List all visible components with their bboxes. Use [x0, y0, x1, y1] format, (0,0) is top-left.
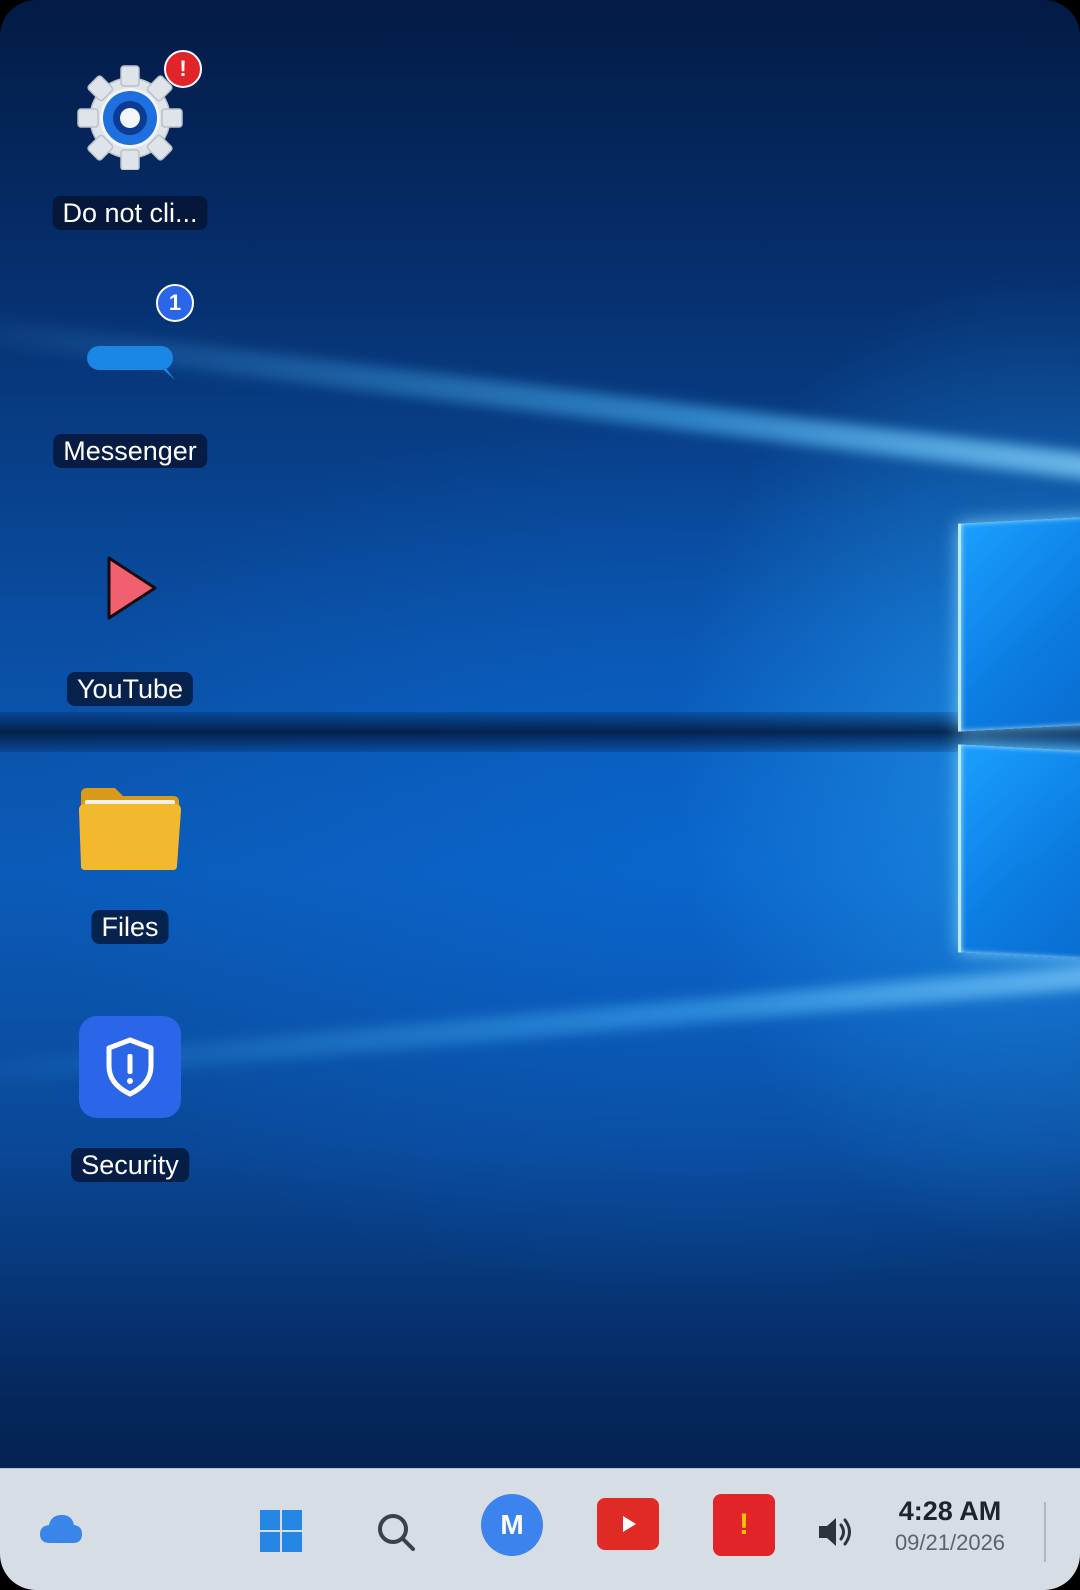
play-icon — [75, 536, 185, 646]
clock-time: 4:28 AM — [898, 1496, 1002, 1526]
messenger-avatar[interactable]: M — [481, 1494, 543, 1556]
desktop-icon-files[interactable]: Files — [40, 734, 220, 944]
clock-date: 09/21/2026 — [894, 1530, 1006, 1555]
youtube-icon[interactable] — [597, 1498, 659, 1550]
show-desktop-button[interactable] — [1044, 1502, 1046, 1562]
taskbar-clock[interactable]: 4:28 AM 09/21/2026 — [880, 1494, 1020, 1558]
desktop-icon-label: Messenger — [53, 434, 207, 468]
desktop-icon-messenger[interactable]: 1 Messenger — [40, 258, 220, 468]
desktop-icon-label: YouTube — [66, 672, 194, 706]
alert-app-icon[interactable]: ! — [713, 1494, 775, 1556]
volume-icon[interactable] — [812, 1510, 858, 1554]
desktop-icon-label: Do not cli... — [52, 196, 208, 230]
desktop-icon-security[interactable]: Security — [40, 972, 220, 1182]
desktop-wallpaper: ! Do not cli... 1 Messenger YouTube File… — [0, 0, 1080, 1590]
desktop-icon-do-not-click[interactable]: ! Do not cli... — [40, 20, 220, 230]
windows-logo-pane — [958, 516, 1080, 732]
desktop-icon-label: Security — [71, 1148, 189, 1182]
windows-start-icon[interactable] — [254, 1504, 308, 1558]
notification-count-badge: 1 — [156, 284, 194, 322]
alert-badge: ! — [164, 50, 202, 88]
shield-icon — [75, 1012, 185, 1122]
folder-icon — [75, 774, 185, 884]
cloud-icon[interactable] — [34, 1506, 88, 1550]
desktop-icon-label: Files — [91, 910, 169, 944]
search-icon[interactable] — [370, 1506, 422, 1558]
desktop-icon-youtube[interactable]: YouTube — [40, 496, 220, 706]
windows-logo-pane — [958, 744, 1080, 960]
